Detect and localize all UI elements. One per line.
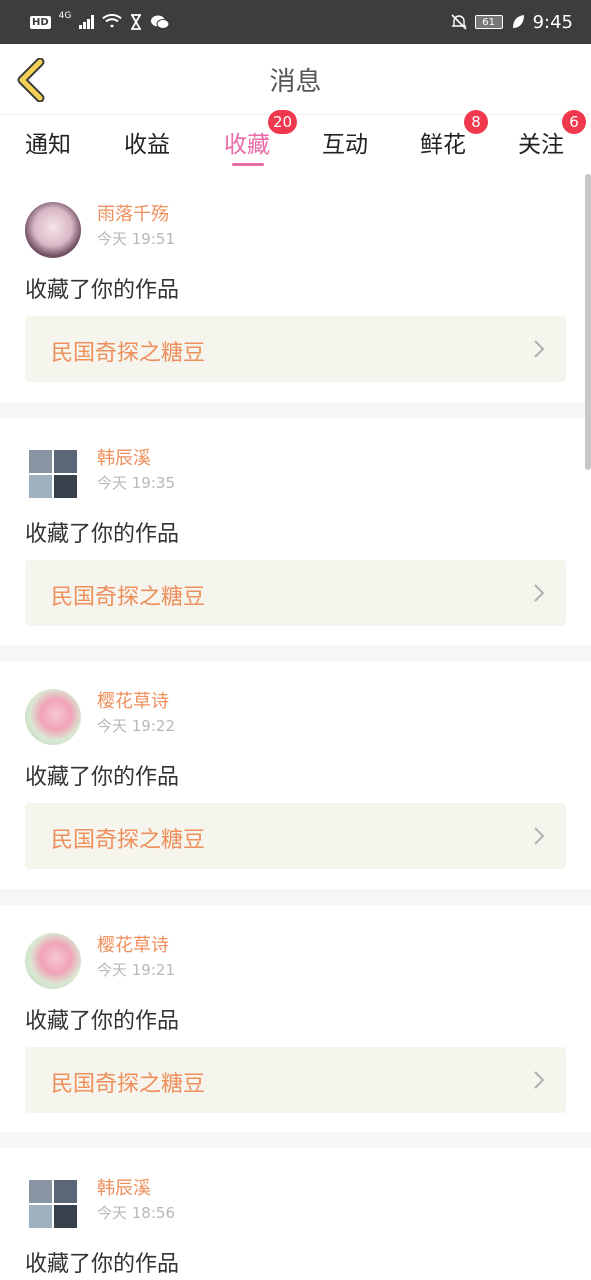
tab-follow[interactable]: 关注 — [518, 125, 564, 159]
work-title: 民国奇探之糖豆 — [51, 1072, 206, 1097]
tab-badge: 6 — [562, 110, 586, 134]
list-item: 樱花草诗 今天 19:22 收藏了你的作品 民国奇探之糖豆 — [0, 661, 591, 889]
clock: 9:45 — [532, 11, 573, 33]
header: 消息 — [0, 44, 591, 114]
work-link[interactable]: 民国奇探之糖豆 — [25, 316, 566, 382]
user-name[interactable]: 韩辰溪 — [97, 444, 151, 470]
message-time: 今天 19:21 — [97, 961, 175, 979]
tab-badge: 8 — [464, 110, 488, 134]
work-link[interactable]: 民国奇探之糖豆 — [25, 803, 566, 869]
avatar[interactable] — [25, 1176, 81, 1232]
active-tab-indicator — [232, 163, 264, 166]
signal-icon — [79, 15, 95, 29]
divider — [0, 889, 591, 905]
avatar[interactable] — [25, 933, 81, 989]
work-link[interactable]: 民国奇探之糖豆 — [25, 560, 566, 626]
status-bar: HD 4G 61 9:45 — [0, 0, 591, 44]
wechat-icon — [151, 15, 170, 29]
chevron-right-icon — [534, 340, 545, 358]
message-time: 今天 19:35 — [97, 474, 175, 492]
user-name[interactable]: 樱花草诗 — [97, 687, 169, 713]
user-name[interactable]: 樱花草诗 — [97, 931, 169, 957]
work-title: 民国奇探之糖豆 — [51, 828, 206, 853]
tab-badge: 20 — [268, 110, 298, 134]
message-time: 今天 19:51 — [97, 230, 175, 248]
hd-indicator: HD — [30, 15, 51, 29]
divider — [0, 645, 591, 661]
chevron-right-icon — [534, 584, 545, 602]
user-name[interactable]: 韩辰溪 — [97, 1174, 151, 1200]
hourglass-icon — [131, 14, 142, 30]
avatar[interactable] — [25, 202, 81, 258]
list-item: 樱花草诗 今天 19:21 收藏了你的作品 民国奇探之糖豆 — [0, 905, 591, 1133]
tab-interaction[interactable]: 互动 — [322, 125, 368, 159]
avatar[interactable] — [25, 446, 81, 502]
page-title: 消息 — [269, 66, 322, 97]
message-text: 收藏了你的作品 — [25, 1009, 180, 1034]
divider — [0, 1132, 591, 1148]
work-link[interactable]: 民国奇探之糖豆 — [25, 1047, 566, 1113]
message-time: 今天 18:56 — [97, 1204, 175, 1222]
list-item: 韩辰溪 今天 18:56 收藏了你的作品 — [0, 1148, 591, 1280]
leaf-icon — [512, 15, 524, 28]
message-text: 收藏了你的作品 — [25, 278, 180, 303]
list-item: 韩辰溪 今天 19:35 收藏了你的作品 民国奇探之糖豆 — [0, 418, 591, 646]
chevron-right-icon — [534, 1071, 545, 1089]
message-text: 收藏了你的作品 — [25, 765, 180, 790]
tab-bar: 通知 收益 收藏 20 互动 鲜花 8 关注 6 — [0, 110, 591, 174]
mute-icon — [450, 14, 467, 30]
wifi-icon — [102, 14, 123, 28]
chevron-left-icon — [17, 57, 45, 103]
work-title: 民国奇探之糖豆 — [51, 585, 206, 610]
avatar[interactable] — [25, 689, 81, 745]
list-item: 雨落千殇 今天 19:51 收藏了你的作品 民国奇探之糖豆 — [0, 174, 591, 402]
tab-earnings[interactable]: 收益 — [124, 125, 170, 159]
back-button[interactable] — [14, 57, 50, 103]
network-type: 4G — [58, 11, 72, 21]
tab-notifications[interactable]: 通知 — [25, 125, 71, 159]
tab-flowers[interactable]: 鲜花 — [420, 125, 466, 159]
scrollbar[interactable] — [585, 174, 591, 470]
work-title: 民国奇探之糖豆 — [51, 341, 206, 366]
battery-icon: 61 — [474, 15, 503, 29]
user-name[interactable]: 雨落千殇 — [97, 200, 169, 226]
message-time: 今天 19:22 — [97, 717, 175, 735]
message-text: 收藏了你的作品 — [25, 522, 180, 547]
tab-favorites[interactable]: 收藏 — [224, 125, 270, 159]
divider — [0, 402, 591, 418]
chevron-right-icon — [534, 827, 545, 845]
message-text: 收藏了你的作品 — [25, 1252, 180, 1277]
